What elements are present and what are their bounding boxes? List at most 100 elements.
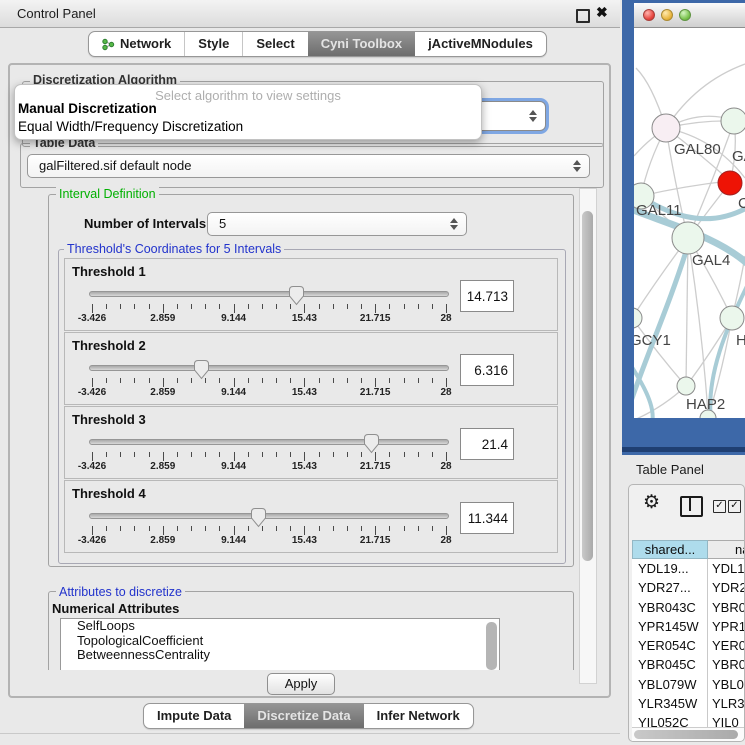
tick-mark: [92, 378, 93, 387]
network-edge[interactable]: [686, 238, 688, 385]
network-node[interactable]: [672, 222, 704, 254]
tab-network[interactable]: Network: [89, 32, 184, 56]
threshold-panel-2: Threshold 2-3.4262.8599.14415.4321.71528…: [64, 332, 558, 405]
table-row[interactable]: YPR145WYPR1: [632, 617, 745, 636]
tab-select[interactable]: Select: [242, 32, 307, 56]
settings-vertical-scrollbar[interactable]: [579, 188, 597, 684]
column-header-na[interactable]: na: [708, 540, 745, 559]
scrollbar-thumb[interactable]: [582, 211, 593, 561]
number-of-intervals-combobox[interactable]: 5: [207, 212, 467, 236]
network-node[interactable]: [677, 377, 695, 395]
network-node[interactable]: [721, 108, 745, 134]
tick-mark: [304, 378, 305, 387]
tick-mark: [191, 452, 192, 457]
network-window-titlebar[interactable]: [634, 3, 745, 28]
tick-mark: [92, 452, 93, 461]
table-horizontal-scrollbar[interactable]: [632, 727, 745, 741]
algorithm-combobox[interactable]: [476, 101, 546, 131]
tab-jactivemnodules[interactable]: jActiveMNodules: [415, 32, 546, 56]
algorithm-option-equal-width-frequency-discretization[interactable]: Equal Width/Frequency Discretization: [18, 119, 243, 134]
tick-mark: [389, 304, 390, 309]
slider-track[interactable]: [89, 439, 449, 445]
tab-discretize-data[interactable]: Discretize Data: [244, 704, 363, 728]
cyni-toolbox-panel: Discretization Algorithm Select algorith…: [8, 63, 611, 698]
table-row[interactable]: YDR27...YDR2: [632, 578, 745, 597]
tick-mark: [248, 452, 249, 457]
minimize-traffic-light-icon[interactable]: [661, 9, 673, 21]
tab-infer-network[interactable]: Infer Network: [364, 704, 473, 728]
tick-mark: [149, 452, 150, 457]
threshold-value-field[interactable]: 6.316: [460, 354, 514, 386]
tick-mark: [120, 452, 121, 457]
tick-mark: [418, 526, 419, 531]
tick-mark: [418, 378, 419, 383]
tick-mark: [319, 452, 320, 457]
threshold-value-field[interactable]: 11.344: [460, 502, 514, 534]
attribute-item-topologicalcoefficient[interactable]: TopologicalCoefficient: [61, 634, 499, 649]
gear-icon[interactable]: ⚙: [643, 491, 660, 514]
table-row[interactable]: YBR045CYBR0: [632, 655, 745, 674]
tick-mark: [432, 378, 433, 383]
columns-icon[interactable]: [680, 496, 703, 517]
slider-track[interactable]: [89, 365, 449, 371]
tab-style[interactable]: Style: [184, 32, 242, 56]
tick-mark: [404, 452, 405, 457]
threshold-slider[interactable]: -3.4262.8599.14415.4321.71528: [89, 505, 453, 551]
slider-thumb[interactable]: [193, 359, 210, 380]
tick-label: -3.426: [62, 387, 122, 398]
float-window-icon[interactable]: [576, 9, 590, 23]
table-row[interactable]: YBL079WYBL0: [632, 675, 745, 694]
network-node[interactable]: [718, 171, 742, 195]
slider-track[interactable]: [89, 513, 449, 519]
tick-mark: [219, 378, 220, 383]
slider-track[interactable]: [89, 291, 449, 297]
slider-thumb[interactable]: [250, 507, 267, 528]
zoom-traffic-light-icon[interactable]: [679, 9, 691, 21]
tick-mark: [163, 452, 164, 461]
numerical-attributes-list[interactable]: SelfLoopsTopologicalCoefficientBetweenne…: [60, 618, 500, 670]
tick-mark: [418, 452, 419, 457]
tick-label: 21.715: [345, 535, 405, 546]
tick-label: 15.43: [274, 387, 334, 398]
threshold-label: Threshold 4: [72, 486, 146, 501]
network-node[interactable]: [720, 306, 744, 330]
tick-mark: [163, 526, 164, 535]
threshold-slider[interactable]: -3.4262.8599.14415.4321.71528: [89, 431, 453, 477]
tick-mark: [375, 378, 376, 387]
slider-thumb[interactable]: [288, 285, 305, 306]
checkbox-icon[interactable]: ✓: [713, 500, 726, 513]
tick-mark: [149, 304, 150, 309]
column-header-shared[interactable]: shared...: [632, 540, 708, 559]
attribute-item-betweennesscentrality[interactable]: BetweennessCentrality: [61, 648, 499, 663]
apply-button[interactable]: Apply: [267, 673, 335, 695]
tick-mark: [375, 304, 376, 313]
tick-label: 2.859: [133, 313, 193, 324]
scrollbar-thumb[interactable]: [634, 730, 738, 739]
control-panel-titlebar: Control Panel ✖: [0, 0, 620, 28]
network-canvas[interactable]: GAL80GACGAL11GAL4GCY1HHAP2: [634, 28, 745, 418]
tick-mark: [347, 378, 348, 383]
tab-impute-data[interactable]: Impute Data: [144, 704, 244, 728]
slider-thumb[interactable]: [363, 433, 380, 454]
tick-mark: [262, 378, 263, 383]
table-row[interactable]: YDL19...YDL1: [632, 559, 745, 578]
table-row[interactable]: YLR345WYLR3: [632, 694, 745, 713]
threshold-value-field[interactable]: 14.713: [460, 280, 514, 312]
table-data-combobox[interactable]: galFiltered.sif default node: [27, 154, 590, 178]
table-row[interactable]: YER054CYER0: [632, 636, 745, 655]
tab-cyni-toolbox[interactable]: Cyni Toolbox: [308, 32, 415, 56]
threshold-value-field[interactable]: 21.4: [460, 428, 514, 460]
network-node[interactable]: [652, 114, 680, 142]
threshold-slider[interactable]: -3.4262.8599.14415.4321.71528: [89, 357, 453, 403]
threshold-slider[interactable]: -3.4262.8599.14415.4321.71528: [89, 283, 453, 329]
attribute-item-selfloops[interactable]: SelfLoops: [61, 619, 499, 634]
tick-mark: [106, 526, 107, 531]
network-node[interactable]: [634, 308, 642, 328]
table-row[interactable]: YBR043CYBR0: [632, 598, 745, 617]
close-icon[interactable]: ✖: [596, 4, 608, 21]
checkbox-icon[interactable]: ✓: [728, 500, 741, 513]
attributes-scrollbar-thumb[interactable]: [486, 622, 497, 670]
close-traffic-light-icon[interactable]: [643, 9, 655, 21]
algorithm-option-manual-discretization[interactable]: Manual Discretization: [18, 101, 157, 116]
tick-mark: [120, 526, 121, 531]
